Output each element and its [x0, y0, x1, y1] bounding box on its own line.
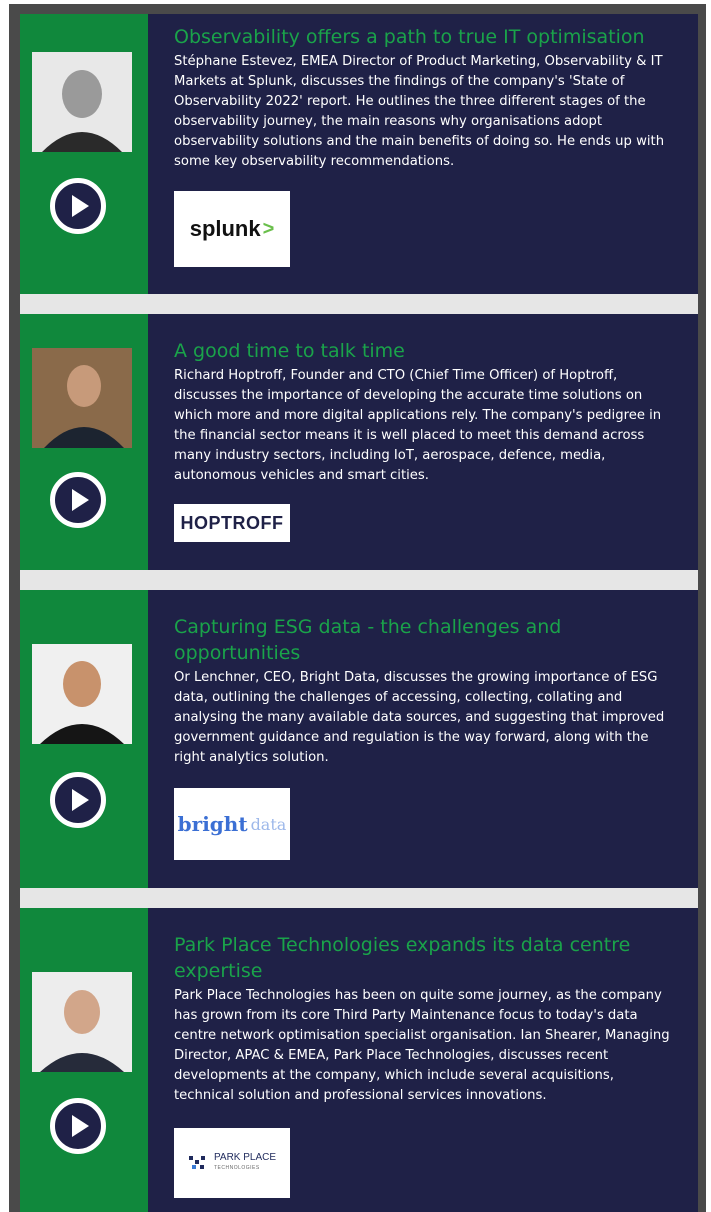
bright-data-logo-text: bright — [177, 812, 248, 836]
article-card: Observability offers a path to true IT o… — [20, 14, 698, 294]
article-summary: Stéphane Estevez, EMEA Director of Produ… — [174, 54, 665, 169]
company-logo[interactable]: splunk > — [174, 191, 290, 267]
play-icon — [72, 1115, 89, 1137]
article-content: Park Place Technologies expands its data… — [148, 908, 698, 1212]
card-separator — [20, 294, 698, 314]
play-icon — [72, 489, 89, 511]
play-video-button[interactable] — [50, 1098, 106, 1154]
park-place-logo-text: PARK PLACE TECHNOLOGIES — [213, 1152, 277, 1171]
hoptroff-logo-text: HOPTROFF — [180, 512, 284, 533]
speaker-photo — [32, 972, 132, 1072]
article-media-column — [20, 314, 148, 570]
article-card: Capturing ESG data - the challenges and … — [20, 590, 698, 888]
article-card: Park Place Technologies expands its data… — [20, 908, 698, 1212]
card-separator — [20, 888, 698, 908]
article-title[interactable]: A good time to talk time — [174, 338, 678, 364]
article-media-column — [20, 590, 148, 888]
play-video-button[interactable] — [50, 178, 106, 234]
speaker-photo — [32, 52, 132, 152]
bright-data-logo-suffix: data — [250, 814, 287, 834]
card-separator — [20, 570, 698, 590]
article-card: A good time to talk time Richard Hoptrof… — [20, 314, 698, 570]
article-content: Observability offers a path to true IT o… — [148, 14, 698, 294]
company-logo[interactable]: HOPTROFF — [174, 504, 290, 542]
company-logo[interactable]: PARK PLACE TECHNOLOGIES — [174, 1128, 290, 1198]
article-content: Capturing ESG data - the challenges and … — [148, 590, 698, 888]
article-title[interactable]: Park Place Technologies expands its data… — [174, 932, 678, 984]
article-summary: Or Lenchner, CEO, Bright Data, discusses… — [174, 670, 665, 765]
article-summary: Park Place Technologies has been on quit… — [174, 988, 670, 1103]
article-content: A good time to talk time Richard Hoptrof… — [148, 314, 698, 570]
speaker-photo — [32, 644, 132, 744]
park-place-mark-icon — [188, 1156, 205, 1169]
splunk-logo-text: splunk — [189, 216, 261, 241]
play-video-button[interactable] — [50, 472, 106, 528]
article-title[interactable]: Capturing ESG data - the challenges and … — [174, 614, 678, 666]
article-media-column — [20, 14, 148, 294]
article-title[interactable]: Observability offers a path to true IT o… — [174, 24, 678, 50]
play-video-button[interactable] — [50, 772, 106, 828]
play-icon — [72, 195, 89, 217]
splunk-chevron-icon: > — [262, 217, 275, 240]
article-summary: Richard Hoptroff, Founder and CTO (Chief… — [174, 368, 662, 483]
article-media-column — [20, 908, 148, 1212]
play-icon — [72, 789, 89, 811]
speaker-photo — [32, 348, 132, 448]
company-logo[interactable]: bright data — [174, 788, 290, 860]
